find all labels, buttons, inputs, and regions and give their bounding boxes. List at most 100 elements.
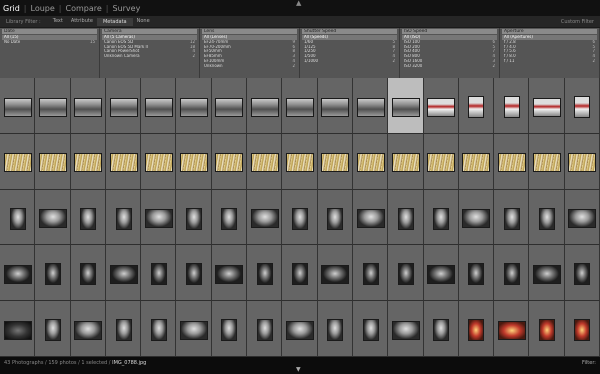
photo-thumbnail[interactable] [38, 153, 67, 173]
photo-thumbnail[interactable] [568, 153, 597, 173]
grid-cell[interactable] [35, 189, 71, 246]
grid-cell[interactable] [176, 78, 212, 134]
grid-cell[interactable] [494, 301, 530, 357]
photo-thumbnail[interactable] [391, 153, 420, 173]
grid-cell[interactable] [35, 301, 71, 357]
photo-thumbnail[interactable] [38, 97, 67, 117]
filter-tab-none[interactable]: None [133, 18, 154, 26]
photo-thumbnail[interactable] [115, 207, 132, 230]
grid-cell[interactable] [282, 245, 318, 302]
photo-thumbnail[interactable] [150, 319, 167, 342]
grid-cell[interactable] [458, 133, 495, 190]
photo-thumbnail[interactable] [109, 264, 138, 284]
photo-thumbnail[interactable] [215, 97, 244, 117]
filter-tab-text[interactable]: Text [49, 18, 67, 26]
filter-column-header[interactable]: Camera [102, 29, 197, 34]
grid-cell[interactable] [105, 301, 142, 357]
grid-cell[interactable] [423, 78, 459, 134]
collapse-filmstrip-icon[interactable]: ▼ [296, 366, 301, 373]
grid-cell[interactable] [529, 189, 565, 246]
photo-thumbnail[interactable] [533, 153, 562, 173]
filter-tab-metadata[interactable]: Metadata [96, 17, 133, 26]
photo-thumbnail[interactable] [391, 97, 420, 117]
grid-cell[interactable] [423, 189, 459, 246]
photo-thumbnail[interactable] [285, 320, 314, 340]
collapse-top-panel-icon[interactable]: ▲ [296, 0, 301, 7]
filter-row[interactable]: No Date 15 [2, 40, 97, 45]
photo-thumbnail[interactable] [3, 320, 32, 340]
grid-cell[interactable] [458, 245, 495, 302]
filter-column-header[interactable]: ISO Speed [402, 29, 497, 34]
photo-thumbnail[interactable] [468, 263, 485, 286]
grid-cell[interactable] [70, 245, 106, 302]
filter-column-header[interactable]: Shutter Speed [302, 29, 397, 34]
grid-cell[interactable] [423, 245, 459, 302]
grid-cell[interactable] [105, 245, 142, 302]
photo-thumbnail[interactable] [44, 263, 61, 286]
grid-cell[interactable] [458, 301, 495, 357]
grid-cell[interactable] [0, 301, 36, 357]
photo-thumbnail[interactable] [327, 319, 344, 342]
grid-cell[interactable] [388, 245, 424, 302]
filter-row[interactable]: 1/1000 2 [302, 59, 397, 64]
photo-thumbnail[interactable] [503, 263, 520, 286]
grid-cell[interactable] [388, 301, 424, 357]
photo-thumbnail[interactable] [180, 153, 209, 173]
grid-cell[interactable] [352, 189, 389, 246]
grid-cell[interactable] [70, 133, 106, 190]
photo-thumbnail[interactable] [250, 209, 279, 229]
grid-cell[interactable] [247, 245, 283, 302]
photo-thumbnail[interactable] [291, 207, 308, 230]
grid-cell[interactable] [247, 78, 283, 134]
photo-thumbnail[interactable] [150, 263, 167, 286]
grid-cell[interactable] [105, 133, 142, 190]
grid-cell[interactable] [352, 78, 389, 134]
filter-row[interactable]: Unknown 2 [202, 64, 297, 69]
grid-cell[interactable] [247, 133, 283, 190]
photo-thumbnail[interactable] [321, 97, 350, 117]
photo-thumbnail[interactable] [144, 153, 173, 173]
photo-thumbnail[interactable] [80, 263, 97, 286]
grid-cell[interactable] [317, 301, 353, 357]
grid-cell[interactable] [247, 301, 283, 357]
photo-thumbnail[interactable] [503, 96, 520, 118]
photo-thumbnail[interactable] [221, 319, 238, 342]
photo-thumbnail[interactable] [180, 320, 209, 340]
photo-thumbnail[interactable] [256, 319, 273, 342]
grid-cell[interactable] [0, 245, 36, 302]
filter-column-header[interactable]: Lens [202, 29, 297, 34]
grid-cell[interactable] [0, 133, 36, 190]
photo-thumbnail[interactable] [362, 319, 379, 342]
photo-thumbnail[interactable] [250, 97, 279, 117]
grid-cell[interactable] [423, 301, 459, 357]
photo-thumbnail[interactable] [3, 153, 32, 173]
mode-loupe[interactable]: Loupe [28, 4, 58, 13]
photo-thumbnail[interactable] [397, 263, 414, 286]
photo-thumbnail[interactable] [433, 319, 450, 342]
photo-thumbnail[interactable] [539, 319, 556, 342]
grid-cell[interactable] [247, 189, 283, 246]
grid-cell[interactable] [458, 78, 495, 134]
grid-cell[interactable] [211, 78, 248, 134]
photo-thumbnail[interactable] [574, 319, 591, 342]
custom-filter-select[interactable]: Custom Filter [561, 19, 600, 25]
grid-cell[interactable] [141, 78, 177, 134]
photo-thumbnail[interactable] [74, 153, 103, 173]
grid-cell[interactable] [352, 245, 389, 302]
grid-cell[interactable] [70, 189, 106, 246]
photo-thumbnail[interactable] [497, 320, 526, 340]
photo-thumbnail[interactable] [356, 153, 385, 173]
photo-thumbnail[interactable] [74, 97, 103, 117]
grid-cell[interactable] [564, 133, 600, 190]
grid-cell[interactable] [564, 301, 600, 357]
photo-thumbnail[interactable] [144, 97, 173, 117]
photo-thumbnail[interactable] [327, 207, 344, 230]
photo-thumbnail[interactable] [80, 207, 97, 230]
photo-thumbnail[interactable] [285, 97, 314, 117]
photo-thumbnail[interactable] [186, 207, 203, 230]
photo-thumbnail[interactable] [109, 153, 138, 173]
photo-thumbnail[interactable] [503, 207, 520, 230]
grid-cell[interactable] [529, 245, 565, 302]
photo-thumbnail[interactable] [568, 209, 597, 229]
photo-thumbnail[interactable] [356, 97, 385, 117]
